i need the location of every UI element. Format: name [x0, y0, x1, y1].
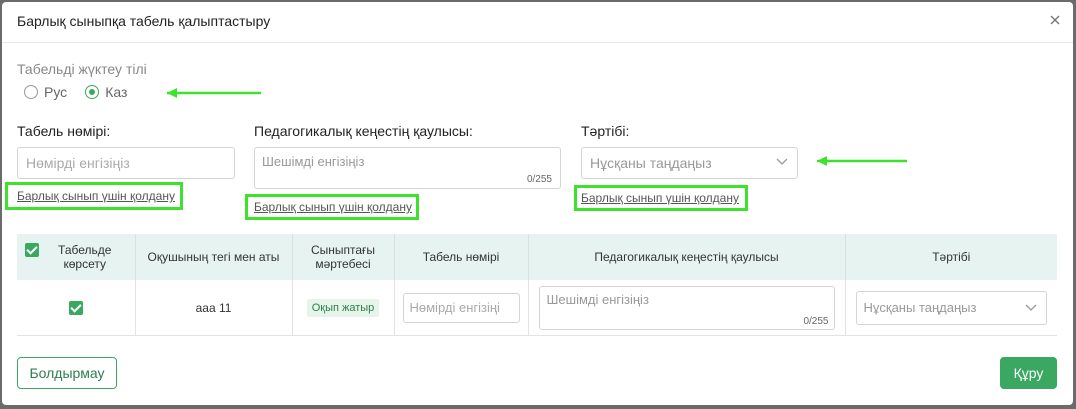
th-show-label: Табельде көрсету	[58, 243, 112, 271]
arrow-annotation-icon	[817, 156, 907, 166]
radio-rus[interactable]: Рус	[24, 84, 67, 100]
apply-all-link-tabel[interactable]: Барлық сынып үшін қолдану	[17, 189, 175, 203]
tabel-number-input[interactable]	[17, 147, 235, 179]
dialog-title: Барлық сыныпқа табель қалыптастыру	[17, 13, 271, 29]
select-placeholder: Нұсқаны таңдаңыз	[590, 155, 712, 171]
char-counter: 0/255	[526, 174, 552, 185]
chevron-down-icon	[776, 158, 788, 165]
chevron-down-icon	[1025, 304, 1037, 311]
th-order: Тәртібі	[845, 234, 1057, 280]
status-badge: Оқып жатыр	[306, 298, 380, 317]
th-show: Табельде көрсету	[17, 234, 136, 280]
select-all-checkbox[interactable]	[25, 243, 39, 257]
th-name: Оқушының тегі мен аты	[135, 234, 293, 280]
cell-show	[17, 280, 136, 336]
cell-order: Нұсқаны таңдаңыз	[845, 280, 1057, 336]
apply-all-link-order[interactable]: Барлық сынып үшін қолдану	[581, 191, 739, 205]
row-decision-textarea[interactable]: Шешімді енгізіңіз 0/255	[538, 285, 835, 330]
council-decision-label: Педагогикалық кеңестің қаулысы:	[254, 123, 473, 139]
language-radio-group: Рус Каз	[24, 84, 127, 100]
radio-label: Каз	[105, 84, 128, 100]
table-header-row: Табельде көрсету Оқушының тегі мен аты С…	[17, 234, 1057, 280]
row-checkbox[interactable]	[68, 300, 83, 315]
close-icon[interactable]	[1047, 12, 1063, 28]
arrow-annotation-icon	[167, 88, 261, 98]
create-button[interactable]: Құру	[1000, 357, 1057, 389]
char-counter: 0/255	[803, 315, 829, 327]
cell-status: Оқып жатыр	[292, 280, 395, 336]
radio-label: Рус	[44, 84, 68, 100]
radio-circle[interactable]	[24, 85, 38, 99]
radio-kaz[interactable]: Каз	[85, 84, 127, 100]
cell-tabel-number	[394, 280, 529, 336]
dialog-header: Барлық сыныпқа табель қалыптастыру	[2, 2, 1073, 43]
radio-circle[interactable]	[85, 85, 100, 99]
textarea-placeholder: Шешімді енгізіңіз	[262, 154, 365, 169]
th-decision: Педагогикалық кеңестің қаулысы	[528, 234, 846, 280]
th-status: Сыныптағы мәртебесі	[292, 234, 395, 280]
language-label: Табельді жүктеу тілі	[17, 61, 147, 77]
table-row: ааа 11 Оқып жатыр Шешімді енгізіңіз 0/25…	[17, 280, 1057, 336]
order-label: Тәртібі:	[581, 123, 630, 139]
cancel-button[interactable]: Болдырмау	[17, 357, 117, 389]
council-decision-textarea[interactable]: Шешімді енгізіңіз 0/255	[254, 147, 561, 189]
textarea-placeholder: Шешімді енгізіңіз	[546, 291, 649, 307]
dialog: Барлық сыныпқа табель қалыптастыру Табел…	[2, 2, 1073, 405]
cell-name: ааа 11	[135, 280, 293, 336]
tabel-number-label: Табель нөмірі:	[17, 123, 111, 139]
th-tabel-number: Табель нөмірі	[394, 234, 529, 280]
select-placeholder: Нұсқаны таңдаңыз	[863, 299, 977, 315]
cell-decision: Шешімді енгізіңіз 0/255	[528, 280, 846, 336]
row-tabel-input[interactable]	[402, 292, 520, 323]
apply-all-link-decision[interactable]: Барлық сынып үшін қолдану	[254, 200, 412, 214]
order-select[interactable]: Нұсқаны таңдаңыз	[581, 147, 798, 179]
students-table: Табельде көрсету Оқушының тегі мен аты С…	[17, 234, 1057, 336]
row-order-select[interactable]: Нұсқаны таңдаңыз	[855, 290, 1047, 325]
